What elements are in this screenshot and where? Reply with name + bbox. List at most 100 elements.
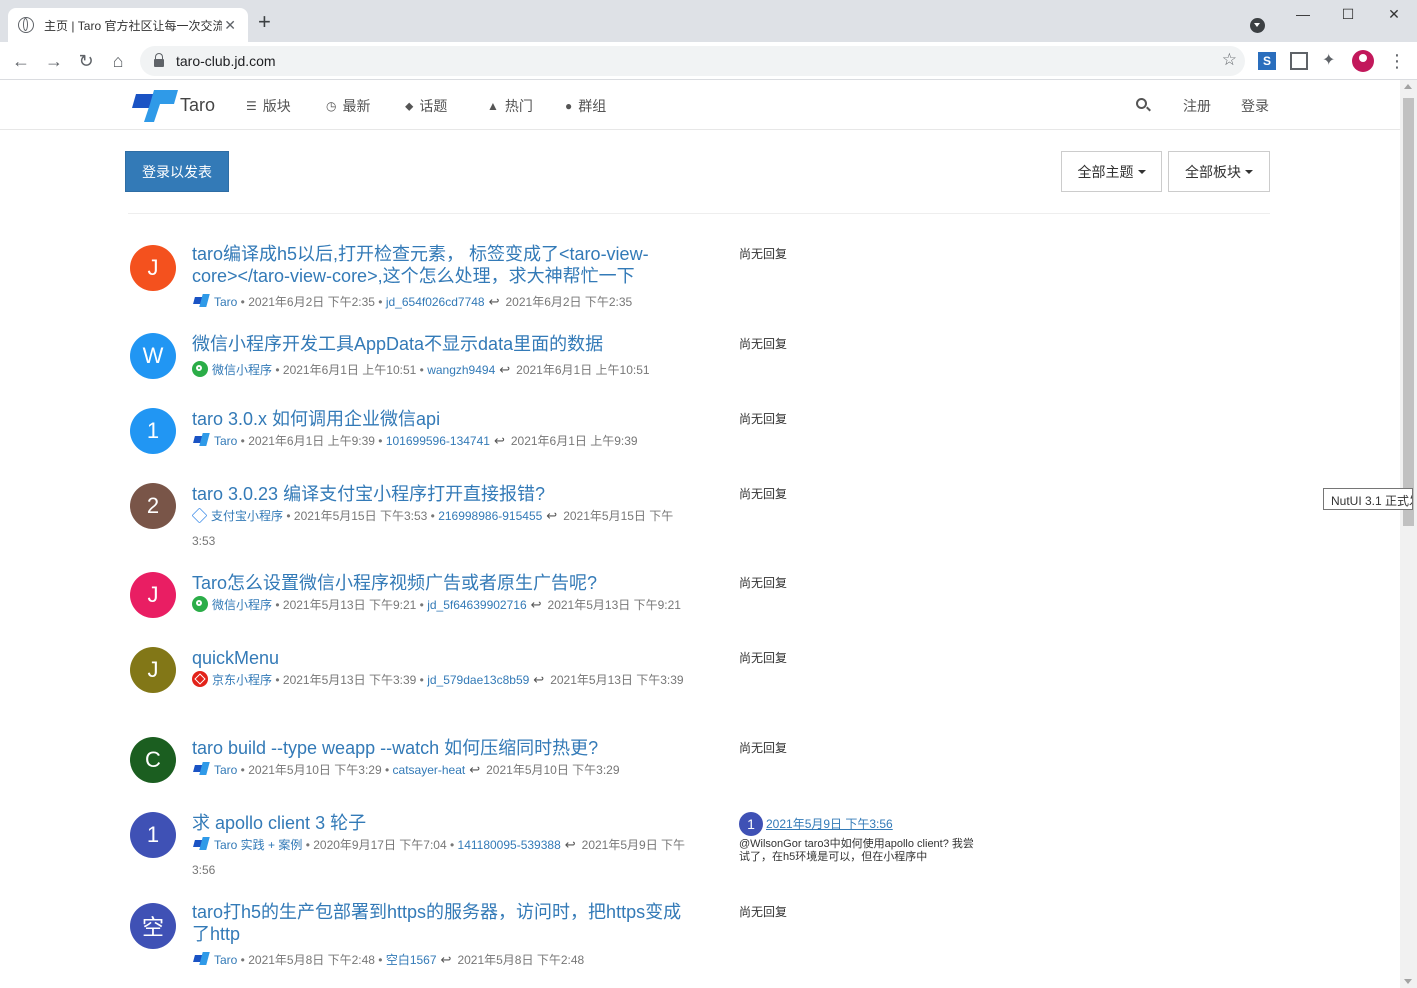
last-reply-time[interactable]: 2021年6月2日 下午2:35 xyxy=(506,295,633,309)
topic-title[interactable]: taro 3.0.23 编译支付宝小程序打开直接报错? xyxy=(192,483,692,505)
last-reply-time[interactable]: 2021年6月1日 上午10:51 xyxy=(516,363,649,377)
all-topics-dropdown[interactable]: 全部主题 xyxy=(1061,151,1162,192)
last-reply-time[interactable]: 2021年5月13日 下午3:39 xyxy=(550,673,683,687)
avatar[interactable]: J xyxy=(130,572,176,618)
topic-title[interactable]: Taro怎么设置微信小程序视频广告或者原生广告呢? xyxy=(192,572,692,594)
avatar[interactable]: 1 xyxy=(739,812,763,836)
all-categories-dropdown[interactable]: 全部板块 xyxy=(1168,151,1270,192)
author-link[interactable]: catsayer-heat xyxy=(393,763,466,777)
page-scrollbar[interactable] xyxy=(1400,80,1417,988)
reply-icon: ↩ xyxy=(530,597,542,612)
tab-search-icon[interactable] xyxy=(1250,18,1265,33)
site-header: Taro ☰ 版块 ◷ 最新 ⬥ 话题 ▲ 热门 ● 群组 注册 登录 xyxy=(0,80,1400,130)
maximize-button[interactable]: ☐ xyxy=(1338,6,1358,23)
avatar[interactable]: C xyxy=(130,737,176,783)
scroll-up-icon[interactable] xyxy=(1404,84,1412,89)
globe-icon xyxy=(18,17,34,33)
reply-status: 尚无回复 xyxy=(739,487,788,501)
author-link[interactable]: jd_654f026cd7748 xyxy=(386,295,485,309)
last-reply-time[interactable]: 2021年5月13日 下午9:21 xyxy=(548,598,681,612)
author-link[interactable]: jd_5f64639902716 xyxy=(427,598,526,612)
category-link[interactable]: 京东小程序 xyxy=(212,673,272,687)
search-icon[interactable] xyxy=(1136,98,1147,109)
posted-time: 2021年5月8日 下午2:48 xyxy=(248,953,375,967)
lock-icon xyxy=(154,53,164,67)
browser-tabstrip: 主页 | Taro 官方社区让每一次交流... ✕ + — ☐ ✕ xyxy=(0,0,1417,42)
category-wx-icon xyxy=(192,361,208,377)
avatar[interactable]: 空 xyxy=(130,903,176,949)
last-reply-time[interactable]: 2021年5月8日 下午2:48 xyxy=(457,953,584,967)
category-link[interactable]: 微信小程序 xyxy=(212,598,272,612)
avatar[interactable]: J xyxy=(130,245,176,291)
reply-icon: ↩ xyxy=(440,952,452,967)
avatar[interactable]: 1 xyxy=(130,812,176,858)
reload-icon[interactable]: ↻ xyxy=(75,50,97,72)
author-link[interactable]: jd_579dae13c8b59 xyxy=(427,673,529,687)
scroll-down-icon[interactable] xyxy=(1404,979,1412,984)
author-link[interactable]: 216998986-915455 xyxy=(438,509,542,523)
topic-title[interactable]: 求 apollo client 3 轮子 xyxy=(192,812,692,834)
profile-avatar-icon[interactable] xyxy=(1352,50,1374,72)
author-link[interactable]: 101699596-134741 xyxy=(386,434,490,448)
login-to-post-button[interactable]: 登录以发表 xyxy=(125,151,229,192)
posted-time: 2021年5月13日 下午3:39 xyxy=(282,673,417,687)
nav-groups[interactable]: ● 群组 xyxy=(565,96,606,116)
forward-icon[interactable]: → xyxy=(43,50,65,72)
home-icon[interactable]: ⌂ xyxy=(107,50,129,72)
extensions-puzzle-icon[interactable]: ✦ xyxy=(1322,52,1340,70)
nav-popular[interactable]: ▲ 热门 xyxy=(487,96,533,116)
topic-title[interactable]: taro编译成h5以后,打开检查元素， 标签变成了<taro-view-core… xyxy=(192,243,692,287)
minimize-button[interactable]: — xyxy=(1293,6,1313,22)
category-link[interactable]: Taro xyxy=(214,763,237,777)
login-link[interactable]: 登录 xyxy=(1241,96,1269,116)
category-taro-icon xyxy=(192,293,210,309)
extension-s-icon[interactable]: S xyxy=(1258,52,1276,70)
group-icon: ● xyxy=(565,99,573,113)
category-link[interactable]: Taro xyxy=(214,295,237,309)
bookmark-star-icon[interactable]: ☆ xyxy=(1222,50,1237,70)
reply-status: 尚无回复 xyxy=(739,905,788,919)
nav-recent[interactable]: ◷ 最新 xyxy=(326,96,370,116)
last-reply-time[interactable]: 2021年5月10日 下午3:29 xyxy=(486,763,619,777)
tab-close-icon[interactable]: ✕ xyxy=(222,17,238,34)
topic-title[interactable]: taro build --type weapp --watch 如何压缩同时热更… xyxy=(192,737,692,759)
last-reply-time[interactable]: 2021年6月1日 上午9:39 xyxy=(511,434,638,448)
reply-icon: ↩ xyxy=(488,294,500,309)
taro-logo[interactable] xyxy=(130,88,180,122)
avatar[interactable]: W xyxy=(130,333,176,379)
topic-title[interactable]: taro打h5的生产包部署到https的服务器，访问时，把https变成了htt… xyxy=(192,901,692,945)
avatar[interactable]: 2 xyxy=(130,483,176,529)
back-icon[interactable]: ← xyxy=(10,50,32,72)
nav-tags[interactable]: ⬥ 话题 xyxy=(405,96,447,116)
topic-title[interactable]: quickMenu xyxy=(192,647,692,669)
category-link[interactable]: Taro 实践 + 案例 xyxy=(214,838,302,852)
category-link[interactable]: Taro xyxy=(214,434,237,448)
fire-icon: ▲ xyxy=(487,99,499,113)
category-link[interactable]: 微信小程序 xyxy=(212,363,272,377)
last-reply-preview[interactable]: 1 2021年5月9日 下午3:56 @WilsonGor taro3中如何使用ap… xyxy=(739,812,979,864)
new-tab-button[interactable]: + xyxy=(258,11,271,33)
browser-toolbar: ← → ↻ ⌂ taro-club.jd.com ☆ S ✦ ⋮ xyxy=(0,42,1417,80)
category-taro-icon xyxy=(192,951,210,967)
topic-meta: 微信小程序 • 2021年6月1日 上午10:51 • wangzh9494 ↩ 2… xyxy=(192,357,692,383)
brand-name[interactable]: Taro xyxy=(180,95,215,116)
register-link[interactable]: 注册 xyxy=(1183,96,1211,116)
avatar[interactable]: 1 xyxy=(130,408,176,454)
topic-title[interactable]: 微信小程序开发工具AppData不显示data里面的数据 xyxy=(192,333,692,355)
nav-categories[interactable]: ☰ 版块 xyxy=(246,96,291,116)
scroll-thumb[interactable] xyxy=(1403,98,1414,526)
window-close-button[interactable]: ✕ xyxy=(1384,6,1404,23)
category-link[interactable]: Taro xyxy=(214,953,237,967)
category-link[interactable]: 支付宝小程序 xyxy=(211,509,283,523)
author-link[interactable]: wangzh9494 xyxy=(427,363,495,377)
avatar[interactable]: J xyxy=(130,647,176,693)
extension-bookmark-icon[interactable] xyxy=(1290,52,1308,70)
address-bar[interactable]: taro-club.jd.com ☆ xyxy=(140,46,1245,76)
last-reply-link[interactable]: 2021年5月9日 下午3:56 xyxy=(766,817,893,831)
browser-tab[interactable]: 主页 | Taro 官方社区让每一次交流... ✕ xyxy=(8,8,248,42)
reply-icon: ↩ xyxy=(533,672,545,687)
topic-title[interactable]: taro 3.0.x 如何调用企业微信api xyxy=(192,408,692,430)
browser-menu-icon[interactable]: ⋮ xyxy=(1388,52,1406,70)
author-link[interactable]: 141180095-539388 xyxy=(458,838,561,852)
author-link[interactable]: 空白1567 xyxy=(386,953,437,967)
